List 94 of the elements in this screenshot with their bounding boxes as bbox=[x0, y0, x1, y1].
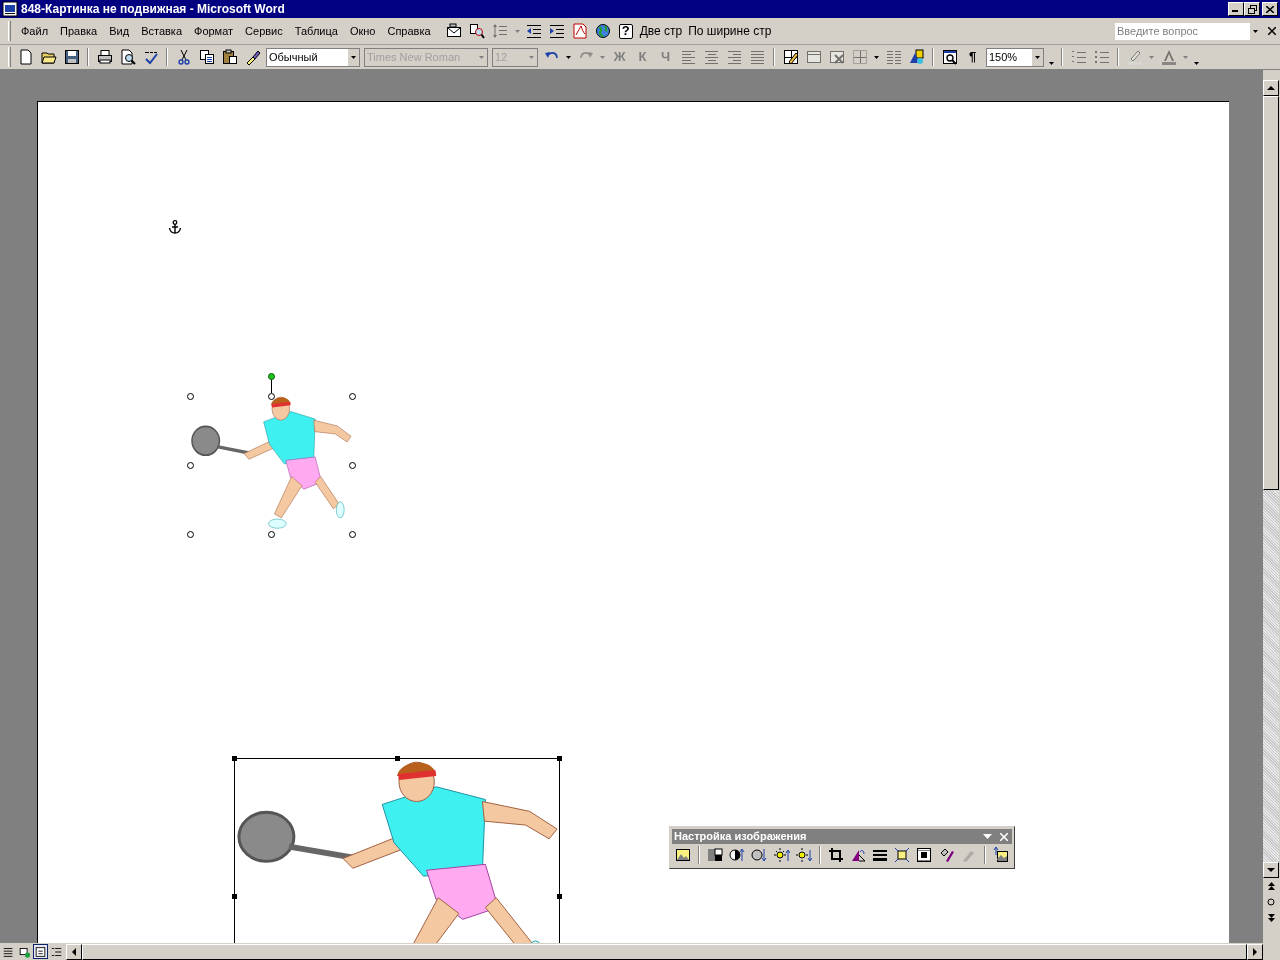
selection-handle[interactable] bbox=[349, 531, 356, 538]
menu-item[interactable]: Сервис bbox=[239, 21, 289, 41]
circle-icon[interactable] bbox=[1267, 898, 1275, 906]
insert-picture-icon[interactable] bbox=[675, 847, 692, 863]
double-up-arrow-icon[interactable] bbox=[1267, 882, 1275, 890]
format-picture-icon[interactable] bbox=[938, 847, 955, 863]
copy-icon[interactable] bbox=[198, 49, 215, 65]
selection-handle[interactable] bbox=[232, 756, 237, 761]
drawing-shapes-icon[interactable] bbox=[908, 49, 925, 65]
view-mode-button[interactable]: По ширине стр bbox=[685, 20, 775, 42]
document-map-icon[interactable] bbox=[941, 49, 958, 65]
globe-icon[interactable] bbox=[595, 23, 612, 39]
page-magnifier-icon[interactable] bbox=[469, 23, 486, 39]
selection-handle[interactable] bbox=[268, 393, 275, 400]
text-wrapping-icon[interactable] bbox=[916, 847, 933, 863]
line-style-icon[interactable] bbox=[872, 847, 889, 863]
scroll-left-button[interactable] bbox=[66, 943, 82, 960]
crop-icon[interactable] bbox=[827, 847, 844, 863]
scroll-thumb[interactable] bbox=[1263, 96, 1279, 490]
scroll-up-button[interactable] bbox=[1263, 80, 1279, 96]
contrast-up-icon[interactable] bbox=[729, 847, 746, 863]
minimize-button[interactable] bbox=[1228, 2, 1244, 16]
print-preview-icon[interactable] bbox=[119, 49, 136, 65]
style-combo[interactable]: Обычный bbox=[266, 47, 360, 67]
decrease-indent-icon[interactable] bbox=[526, 23, 543, 39]
menu-item[interactable]: Правка bbox=[54, 21, 104, 41]
brightness-down-icon[interactable] bbox=[795, 847, 812, 863]
increase-indent-icon[interactable] bbox=[549, 23, 566, 39]
toolbar-options-icon[interactable] bbox=[1049, 62, 1054, 65]
printer-icon[interactable] bbox=[96, 49, 113, 65]
rotation-handle[interactable] bbox=[268, 373, 275, 380]
menu-item[interactable]: Формат bbox=[188, 21, 240, 41]
reset-picture-icon[interactable] bbox=[992, 847, 1009, 863]
menu-item[interactable]: Вид bbox=[103, 21, 136, 41]
scroll-right-button[interactable] bbox=[1247, 943, 1263, 960]
toolbar-options-icon[interactable] bbox=[1194, 62, 1199, 65]
paintbrush-icon[interactable] bbox=[244, 49, 261, 65]
dropdown-arrow-icon[interactable] bbox=[874, 55, 879, 59]
brightness-up-icon[interactable] bbox=[773, 847, 790, 863]
toolbar-title: Настройка изображения bbox=[674, 829, 807, 845]
print-layout-view-button[interactable] bbox=[33, 944, 48, 959]
toolbar-menu-icon[interactable] bbox=[983, 834, 992, 839]
selection-handle[interactable] bbox=[349, 462, 356, 469]
selection-handle[interactable] bbox=[395, 756, 400, 761]
scissors-icon[interactable] bbox=[175, 49, 192, 65]
selection-handle[interactable] bbox=[557, 756, 562, 761]
close-icon[interactable] bbox=[1268, 27, 1276, 35]
right-arrow-icon[interactable] bbox=[1253, 947, 1257, 956]
table-pencil-icon[interactable] bbox=[782, 49, 799, 65]
selection-handle[interactable] bbox=[349, 393, 356, 400]
open-folder-icon[interactable] bbox=[40, 49, 57, 65]
help-search-field[interactable]: Введите вопрос bbox=[1115, 22, 1250, 40]
window-title: 848-Картинка не подвижная - Microsoft Word bbox=[21, 3, 285, 15]
zoom-combo[interactable]: 150% bbox=[986, 47, 1044, 67]
new-document-icon[interactable] bbox=[17, 49, 34, 65]
selection-handle[interactable] bbox=[557, 894, 562, 899]
up-arrow-icon[interactable] bbox=[1267, 86, 1275, 90]
save-icon[interactable] bbox=[63, 49, 80, 65]
view-mode-button[interactable]: Две стр bbox=[636, 20, 686, 42]
menu-item[interactable]: Справка bbox=[381, 21, 437, 41]
selection-handle[interactable] bbox=[187, 462, 194, 469]
scroll-down-button[interactable] bbox=[1263, 862, 1279, 878]
left-arrow-icon[interactable] bbox=[72, 947, 76, 956]
down-arrow-icon[interactable] bbox=[1267, 868, 1275, 872]
anchor-icon bbox=[168, 220, 182, 234]
help-button[interactable]: ? bbox=[618, 23, 633, 39]
pdf-page-icon[interactable] bbox=[572, 23, 589, 39]
close-button[interactable] bbox=[1262, 2, 1278, 16]
clipboard-icon[interactable] bbox=[221, 49, 238, 65]
color-mode-icon[interactable] bbox=[707, 847, 724, 863]
format-button[interactable]: ¶ bbox=[961, 46, 984, 68]
contrast-down-icon[interactable] bbox=[751, 847, 768, 863]
selection-handle[interactable] bbox=[268, 531, 275, 538]
selection-handle[interactable] bbox=[187, 531, 194, 538]
horizontal-scroll-thumb[interactable] bbox=[82, 943, 1247, 960]
help-search-box[interactable]: Введите вопрос bbox=[1114, 21, 1262, 41]
envelope-icon[interactable] bbox=[446, 23, 463, 39]
rotate-icon[interactable] bbox=[850, 847, 867, 863]
selection-handle[interactable] bbox=[187, 393, 194, 400]
app-icon bbox=[2, 1, 18, 17]
close-icon[interactable] bbox=[1266, 5, 1274, 13]
selection-handle[interactable] bbox=[232, 894, 237, 899]
spelling-check-icon[interactable] bbox=[142, 49, 159, 65]
dropdown-arrow-icon[interactable] bbox=[1253, 29, 1258, 33]
dropdown-arrow-icon[interactable] bbox=[566, 55, 571, 59]
minimize-icon[interactable] bbox=[1232, 10, 1240, 13]
menu-item[interactable]: Окно bbox=[343, 21, 382, 41]
menu-item[interactable]: Файл bbox=[15, 21, 55, 41]
double-down-arrow-icon[interactable] bbox=[1267, 914, 1275, 922]
menu-item[interactable]: Вставка bbox=[135, 21, 188, 41]
dropdown-arrow-icon[interactable] bbox=[351, 55, 356, 59]
compress-icon[interactable] bbox=[894, 847, 911, 863]
dropdown-arrow-icon[interactable] bbox=[1035, 55, 1040, 59]
menu-item[interactable]: Таблица bbox=[288, 21, 344, 41]
